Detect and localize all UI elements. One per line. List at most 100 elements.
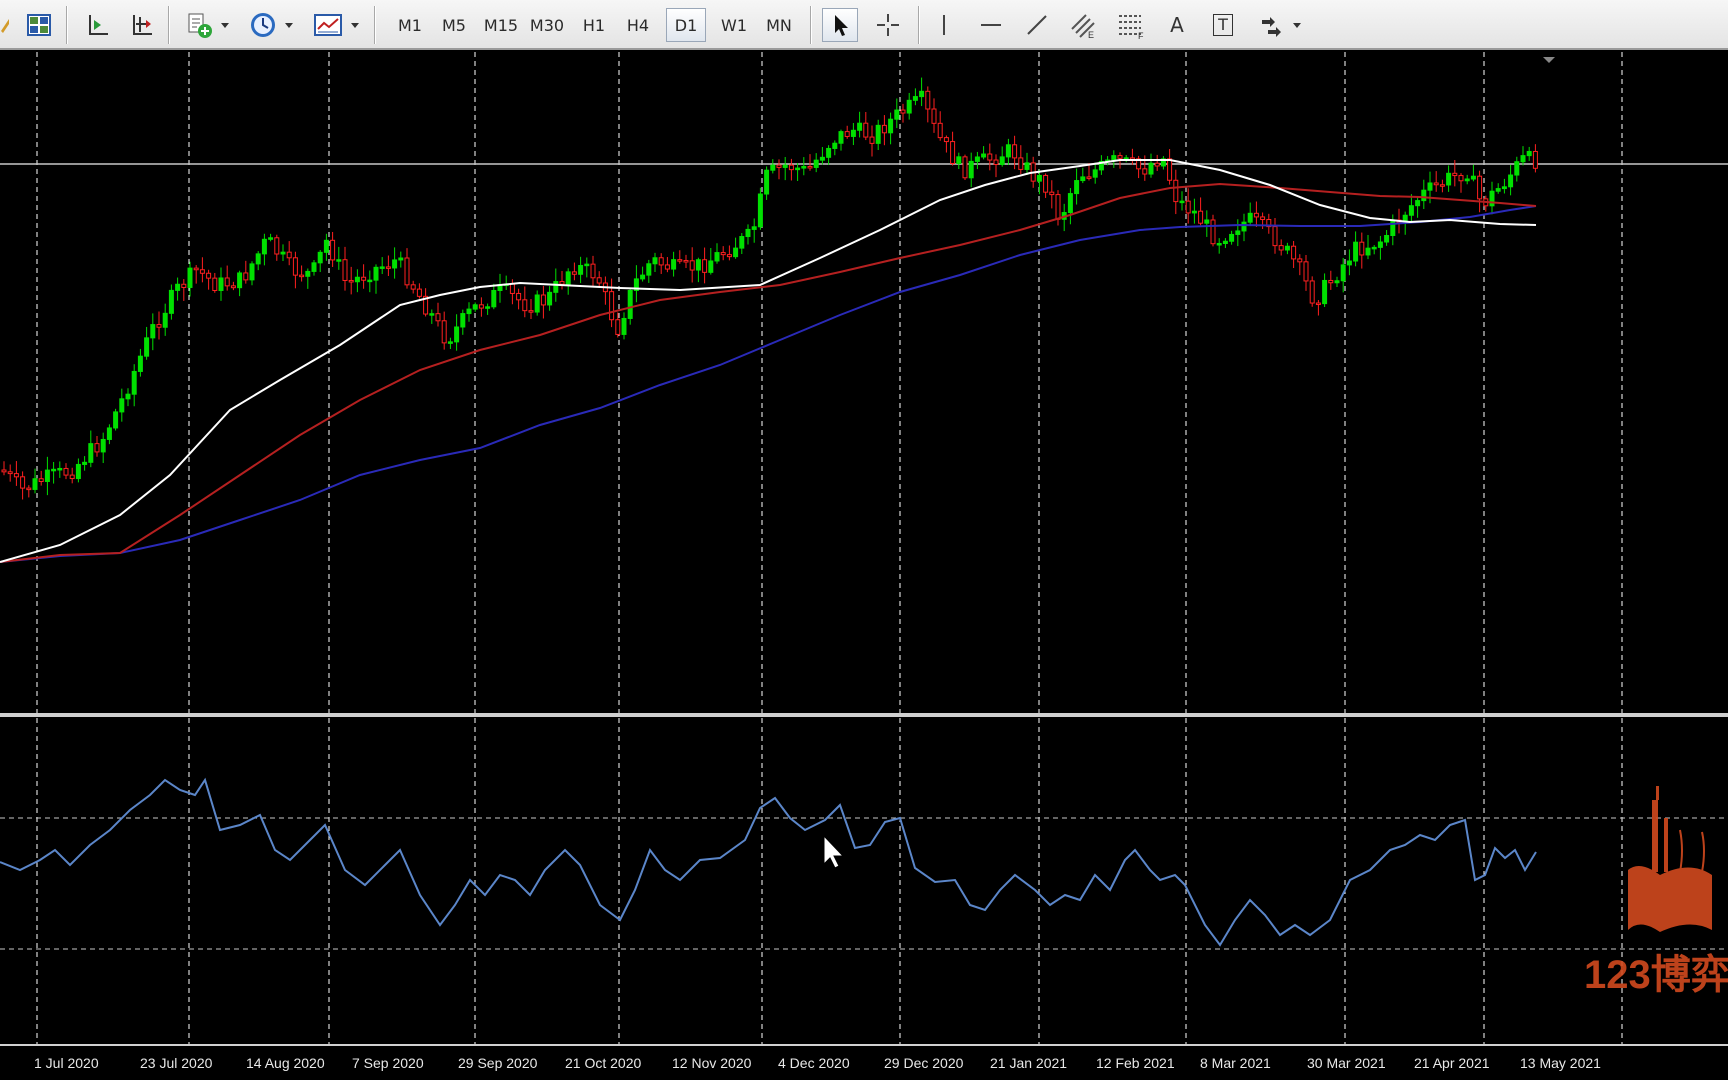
chevron-down-icon[interactable] [350,8,360,42]
svg-text:F: F [1138,31,1144,39]
candle-body [937,122,943,139]
candle-body [1353,241,1359,262]
date-label: 13 May 2021 [1520,1055,1601,1071]
candle-body [776,164,782,168]
candle-body [299,274,305,278]
candle-body [1167,158,1173,181]
candle-body [44,469,50,482]
fibonacci-icon[interactable]: F [1112,8,1150,42]
candle-body [795,167,801,171]
candle-body [919,90,925,98]
timeframe-d1-button[interactable]: D1 [666,8,706,42]
date-label: 12 Nov 2020 [672,1055,752,1071]
chart-canvas[interactable]: 1 Jul 2020 23 Jul 2020 14 Aug 2020 7 Sep 20… [0,52,1728,1080]
candle-body [100,438,106,453]
pencil-icon[interactable] [0,8,10,42]
vertical-line-icon[interactable] [928,8,960,42]
candle-body [646,263,652,276]
candle-body [801,165,807,169]
candle-body [1036,174,1042,182]
candle-body [509,283,515,294]
timeframe-w1-button[interactable]: W1 [714,8,754,42]
candle-body [1067,193,1073,214]
candle-body [540,294,546,306]
candle-body [1328,279,1334,284]
crosshair-icon[interactable] [870,8,906,42]
text-tool-icon: A [1170,13,1184,37]
candle-body [38,478,44,482]
candle-body [1210,219,1216,245]
watermark-text: 123博弈学 [1584,952,1728,997]
candle-body [912,96,918,101]
candle-body [1303,261,1309,282]
timeframe-m15-button[interactable]: M15 [480,8,522,42]
candle-body [1229,233,1235,242]
text-label-icon: T [1213,14,1233,36]
text-tool-button[interactable]: A [1160,8,1194,42]
candle-body [1477,175,1483,200]
horizontal-line-icon[interactable] [974,8,1008,42]
candle-body [1365,247,1371,256]
candle-body [1377,241,1383,248]
candle-body [323,239,329,253]
timeframe-label: D1 [674,15,698,35]
candle-body [733,247,739,258]
candle-body [1371,246,1377,250]
cursor-arrow-icon[interactable] [822,8,858,42]
periodicity-clock-icon[interactable] [246,8,280,42]
indicator-window-separator[interactable] [0,713,1728,717]
indicators-add-icon[interactable] [182,8,218,42]
chevron-down-icon[interactable] [220,8,230,42]
price-chart[interactable]: 1 Jul 2020 23 Jul 2020 14 Aug 2020 7 Sep 20… [0,52,1728,1080]
timeframe-h1-button[interactable]: H1 [576,8,612,42]
profiles-icon[interactable] [22,8,56,42]
candle-body [106,427,112,440]
candle-body [150,324,156,339]
candle-body [441,320,447,344]
date-label: 29 Dec 2020 [884,1055,964,1071]
candle-body [1092,169,1098,178]
timeframe-h4-button[interactable]: H4 [620,8,656,42]
candle-body [708,260,714,273]
timeframe-mn-button[interactable]: MN [758,8,800,42]
candle-body [770,164,776,171]
candle-body [1359,241,1365,256]
candle-body [764,169,770,195]
candle-body [664,264,670,270]
timeframe-m1-button[interactable]: M1 [392,8,428,42]
candle-body [69,474,75,480]
timeframe-label: M15 [483,15,519,35]
timeframe-m5-button[interactable]: M5 [436,8,472,42]
candle-body [57,467,63,471]
candle-body [373,266,379,281]
chevron-down-icon[interactable] [284,8,294,42]
candle-body [1514,161,1520,176]
text-label-tool-button[interactable]: T [1206,8,1240,42]
arrows-icon[interactable] [1254,8,1290,42]
candle-body [565,271,571,285]
candle-body [348,279,354,283]
candle-body [528,310,534,313]
candle-body [1179,200,1185,204]
timeframe-m30-button[interactable]: M30 [526,8,568,42]
trendline-icon[interactable] [1020,8,1054,42]
candle-body [237,272,243,289]
candle-body [206,272,212,279]
equidistant-channel-icon[interactable]: E [1064,8,1102,42]
candle-body [317,251,323,264]
candle-body [1012,144,1018,159]
candle-body [137,355,143,372]
autoscroll-icon[interactable] [124,8,158,42]
templates-icon[interactable] [310,8,346,42]
chart-shift-icon[interactable] [80,8,114,42]
candle-body [367,279,373,283]
candle-body [906,99,912,114]
chevron-down-icon[interactable] [1292,8,1302,42]
candle-body [224,277,230,287]
candle-body [82,461,88,465]
candle-body [181,283,187,288]
date-label: 21 Oct 2020 [565,1055,641,1071]
candle-body [1216,242,1222,246]
candle-body [695,259,701,271]
candle-body [1080,176,1086,182]
